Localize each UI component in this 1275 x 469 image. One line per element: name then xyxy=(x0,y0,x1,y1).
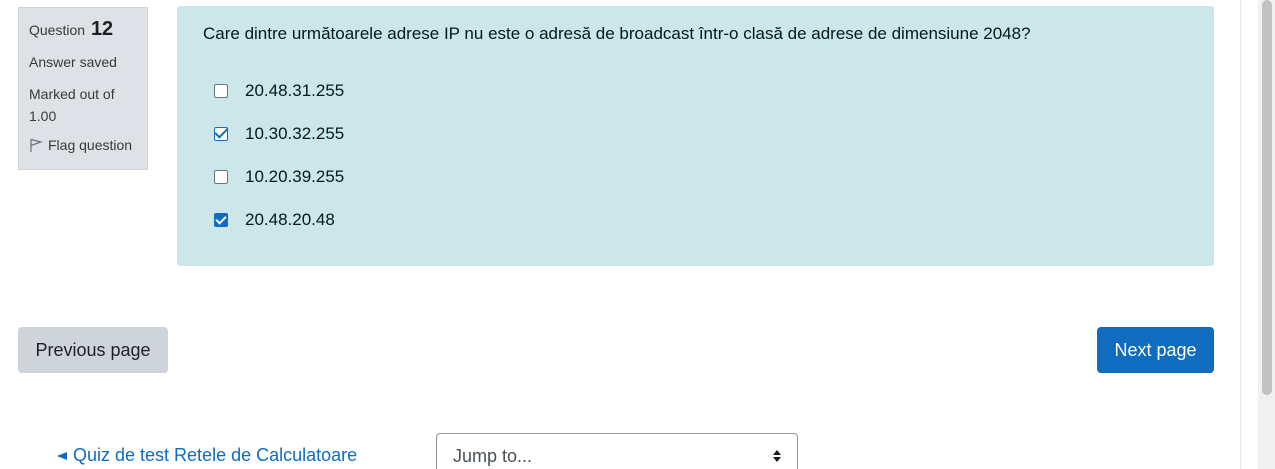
answer-option[interactable]: 20.48.20.48 xyxy=(214,198,1188,241)
vertical-scrollbar[interactable] xyxy=(1258,0,1275,469)
question-info-panel: Question 12 Answer saved Marked out of 1… xyxy=(18,7,148,170)
flag-question-button[interactable]: Flag question xyxy=(29,137,137,153)
answer-option[interactable]: 10.30.32.255 xyxy=(214,112,1188,155)
back-to-quiz-link[interactable]: Quiz de test Retele de Calculatoare xyxy=(57,445,357,466)
flag-question-label: Flag question xyxy=(48,137,133,153)
answer-label: 20.48.31.255 xyxy=(245,80,345,100)
back-to-quiz-label: Quiz de test Retele de Calculatoare xyxy=(73,445,358,465)
scrollbar-thumb[interactable] xyxy=(1262,0,1272,395)
previous-page-button[interactable]: Previous page xyxy=(18,327,168,373)
content-divider xyxy=(1240,0,1241,469)
question-content: Care dintre următoarele adrese IP nu est… xyxy=(177,6,1214,266)
answer-label: 20.48.20.48 xyxy=(245,209,335,229)
question-text: Care dintre următoarele adrese IP nu est… xyxy=(203,24,1031,43)
jump-to-select[interactable]: Jump to... xyxy=(436,433,798,469)
answer-label: 10.30.32.255 xyxy=(245,123,345,143)
question-label: Question xyxy=(29,22,86,38)
checkbox-icon[interactable] xyxy=(214,169,228,184)
left-triangle-icon xyxy=(57,451,67,460)
question-grade: Marked out of 1.00 xyxy=(29,86,115,124)
checkbox-icon[interactable] xyxy=(214,212,228,227)
answer-label: 10.20.39.255 xyxy=(245,166,345,186)
question-number: 12 xyxy=(90,18,114,40)
question-number-line: Question 12 xyxy=(29,18,137,41)
next-page-button[interactable]: Next page xyxy=(1097,327,1214,373)
quiz-page: Question 12 Answer saved Marked out of 1… xyxy=(0,0,1275,469)
flag-icon xyxy=(30,138,43,152)
checkbox-icon[interactable] xyxy=(214,126,228,141)
question-state: Answer saved xyxy=(29,54,117,70)
jump-to-value: Jump to... xyxy=(453,445,533,466)
answer-option[interactable]: 10.20.39.255 xyxy=(214,155,1188,198)
checkbox-icon[interactable] xyxy=(214,83,228,98)
select-arrows-icon xyxy=(773,450,781,462)
answer-option[interactable]: 20.48.31.255 xyxy=(214,69,1188,112)
